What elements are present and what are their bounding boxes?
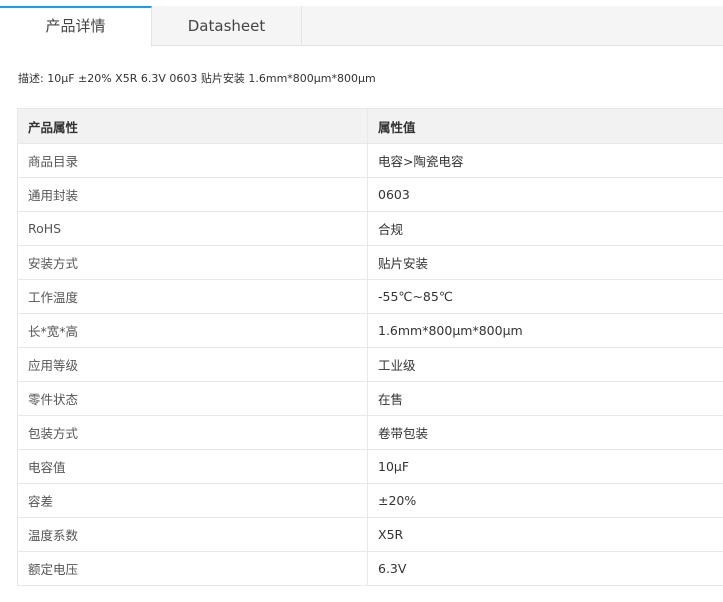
attribute-value: 工业级	[367, 347, 723, 382]
attribute-value: 贴片安装	[367, 245, 723, 280]
product-detail-panel: 产品详情 Datasheet 描述: 10μF ±20% X5R 6.3V 06…	[0, 0, 723, 602]
attribute-name: 电容值	[17, 449, 368, 484]
table-row: 温度系数 X5R	[17, 517, 723, 552]
attribute-value: 合规	[367, 211, 723, 246]
attribute-name: 商品目录	[17, 143, 368, 178]
table-row: 额定电压 6.3V	[17, 551, 723, 586]
attribute-name: 零件状态	[17, 381, 368, 416]
attribute-value: 10μF	[367, 449, 723, 484]
tab-product-details[interactable]: 产品详情	[0, 6, 152, 47]
table-row: 应用等级 工业级	[17, 347, 723, 382]
attribute-name: 长*宽*高	[17, 313, 368, 348]
attribute-value: 卷带包装	[367, 415, 723, 450]
attribute-name: 安装方式	[17, 245, 368, 280]
table-row: 电容值 10μF	[17, 449, 723, 484]
attribute-name: 工作温度	[17, 279, 368, 314]
product-description: 描述: 10μF ±20% X5R 6.3V 0603 贴片安装 1.6mm*8…	[18, 72, 376, 85]
attribute-value: X5R	[367, 517, 723, 552]
tab-datasheet[interactable]: Datasheet	[152, 6, 302, 46]
attribute-value: 1.6mm*800μm*800μm	[367, 313, 723, 348]
table-row: RoHS 合规	[17, 211, 723, 246]
table-row: 商品目录 电容>陶瓷电容	[17, 143, 723, 178]
attribute-table-body: 商品目录 电容>陶瓷电容 通用封装 0603 RoHS 合规 安装方式 贴片安装 工作温度 -55…	[17, 143, 723, 586]
attribute-name: RoHS	[17, 211, 368, 246]
table-header-row: 产品属性 属性值	[17, 108, 723, 144]
header-attribute: 产品属性	[17, 108, 368, 144]
attribute-name: 包装方式	[17, 415, 368, 450]
tab-bar: 产品详情 Datasheet	[0, 6, 723, 47]
attribute-value: 0603	[367, 177, 723, 212]
attribute-value: 6.3V	[367, 551, 723, 586]
attribute-name: 容差	[17, 483, 368, 518]
table-row: 长*宽*高 1.6mm*800μm*800μm	[17, 313, 723, 348]
table-row: 通用封装 0603	[17, 177, 723, 212]
header-value: 属性值	[367, 108, 723, 144]
attribute-name: 应用等级	[17, 347, 368, 382]
attribute-name: 通用封装	[17, 177, 368, 212]
table-row: 容差 ±20%	[17, 483, 723, 518]
table-row: 零件状态 在售	[17, 381, 723, 416]
table-row: 安装方式 贴片安装	[17, 245, 723, 280]
attribute-value: 电容>陶瓷电容	[367, 143, 723, 178]
attribute-table: 产品属性 属性值 商品目录 电容>陶瓷电容 通用封装 0603 RoHS 合规 安装方式 贴片…	[17, 108, 723, 586]
attribute-value: ±20%	[367, 483, 723, 518]
attribute-value: 在售	[367, 381, 723, 416]
attribute-value: -55℃~85℃	[367, 279, 723, 314]
table-row: 包装方式 卷带包装	[17, 415, 723, 450]
attribute-name: 额定电压	[17, 551, 368, 586]
table-row: 工作温度 -55℃~85℃	[17, 279, 723, 314]
attribute-name: 温度系数	[17, 517, 368, 552]
